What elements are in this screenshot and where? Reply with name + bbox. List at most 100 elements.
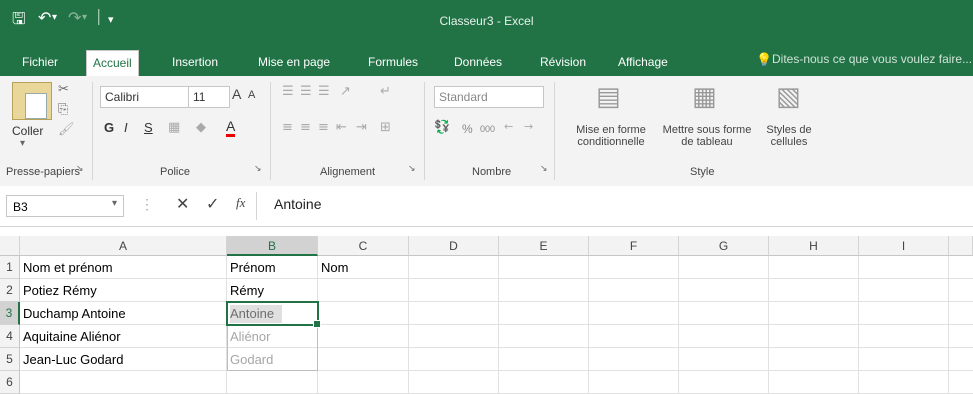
select-all-corner[interactable] <box>0 236 20 256</box>
thousands-button[interactable]: 000 <box>480 124 495 134</box>
tab-fichier[interactable]: Fichier <box>16 52 64 76</box>
format-as-table-button[interactable]: Mettre sous forme de tableau <box>660 124 754 148</box>
shrink-font-icon[interactable]: A <box>248 89 255 101</box>
cell-c1[interactable]: Nom <box>318 256 409 279</box>
column-header-f[interactable]: F <box>589 236 679 256</box>
tab-formules[interactable]: Formules <box>362 52 424 76</box>
row-header-4[interactable]: 4 <box>0 325 20 348</box>
accounting-format-icon[interactable]: 💱 <box>434 120 450 135</box>
tell-me-search[interactable]: Dites-nous ce que vous voulez faire... <box>772 52 972 66</box>
row-header-6[interactable]: 6 <box>0 371 20 394</box>
conditional-formatting-icon[interactable]: ▤ <box>596 82 621 112</box>
alignment-launcher-icon[interactable]: ↘ <box>408 164 416 174</box>
cell-c2[interactable] <box>318 279 409 302</box>
row-header-1[interactable]: 1 <box>0 256 20 279</box>
fill-color-icon[interactable]: ◆ <box>196 120 206 135</box>
column-header-c[interactable]: C <box>318 236 409 256</box>
cell-styles-button[interactable]: Styles de cellules <box>756 124 822 148</box>
format-as-table-line1: Mettre sous forme <box>662 124 752 136</box>
column-header-e[interactable]: E <box>499 236 589 256</box>
cell-a5[interactable]: Jean-Luc Godard <box>20 348 227 371</box>
tab-revision[interactable]: Révision <box>534 52 592 76</box>
column-header-d[interactable]: D <box>409 236 499 256</box>
cell-c5[interactable] <box>318 348 409 371</box>
cell-c3[interactable] <box>318 302 409 325</box>
column-header-a[interactable]: A <box>20 236 227 256</box>
bold-button[interactable]: G <box>104 120 114 135</box>
decrease-indent-icon[interactable]: ⇤ <box>336 120 347 135</box>
align-right-icon[interactable]: ≡ <box>318 120 329 135</box>
row-header-2[interactable]: 2 <box>0 279 20 302</box>
confirm-entry-icon[interactable]: ✓ <box>206 194 219 214</box>
italic-button[interactable]: I <box>124 120 128 135</box>
align-middle-icon[interactable]: ☰ <box>300 84 312 99</box>
paste-icon[interactable] <box>12 82 52 120</box>
cancel-entry-icon[interactable]: ✕ <box>176 194 189 214</box>
copy-icon[interactable]: ⎘ <box>58 102 68 117</box>
cell-a1[interactable]: Nom et prénom <box>20 256 227 279</box>
increase-decimal-icon[interactable]: ← <box>504 120 513 133</box>
borders-icon[interactable]: ▦ <box>168 120 180 135</box>
cell-a2[interactable]: Potiez Rémy <box>20 279 227 302</box>
percent-button[interactable]: % <box>462 122 473 136</box>
row-header-5[interactable]: 5 <box>0 348 20 371</box>
insert-function-icon[interactable]: fx <box>236 195 245 211</box>
cell-a4[interactable]: Aquitaine Aliénor <box>20 325 227 348</box>
column-header-i[interactable]: I <box>859 236 949 256</box>
paste-dropdown-icon[interactable]: ▾ <box>20 138 25 149</box>
paste-label[interactable]: Coller <box>12 124 43 138</box>
align-top-icon[interactable]: ☰ <box>282 84 294 99</box>
fill-handle[interactable] <box>313 320 321 328</box>
wrap-text-icon[interactable]: ↵ <box>380 84 391 99</box>
cell-c4[interactable] <box>318 325 409 348</box>
cell-b2[interactable]: Rémy <box>227 279 318 302</box>
cell-styles-icon[interactable]: ▧ <box>776 82 801 112</box>
flash-fill-preview-range <box>227 325 318 371</box>
format-as-table-icon[interactable]: ▦ <box>692 82 717 112</box>
decrease-decimal-icon[interactable]: → <box>524 120 533 133</box>
formula-input[interactable]: Antoine <box>274 196 321 212</box>
grow-font-icon[interactable]: A <box>232 86 241 102</box>
align-bottom-icon[interactable]: ☰ <box>318 84 330 99</box>
cell-b1[interactable]: Prénom <box>227 256 318 279</box>
tab-affichage[interactable]: Affichage <box>612 52 674 76</box>
formula-bar-grip-icon: ⋮ <box>140 196 154 212</box>
orientation-icon[interactable]: ↗ <box>340 84 351 99</box>
window-title: Classeur3 - Excel <box>439 14 534 28</box>
cut-icon[interactable]: ✂ <box>58 82 69 97</box>
tab-mise-en-page[interactable]: Mise en page <box>252 52 336 76</box>
number-format-box[interactable]: Standard <box>434 86 544 108</box>
align-left-icon[interactable]: ≡ <box>282 120 293 135</box>
font-size-box[interactable]: 11 <box>188 86 230 108</box>
tab-donnees[interactable]: Données <box>448 52 508 76</box>
font-name-box[interactable]: Calibri <box>100 86 190 108</box>
font-launcher-icon[interactable]: ↘ <box>254 164 262 174</box>
tab-insertion[interactable]: Insertion <box>166 52 224 76</box>
formula-bar: B3 ▾ ⋮ ✕ ✓ fx Antoine <box>0 186 973 227</box>
format-painter-icon[interactable]: 🖌 <box>58 122 75 137</box>
column-header-h[interactable]: H <box>769 236 859 256</box>
clipboard-launcher-icon[interactable]: ↘ <box>76 164 84 174</box>
number-launcher-icon[interactable]: ↘ <box>540 164 548 174</box>
underline-button[interactable]: S <box>144 120 153 135</box>
align-center-icon[interactable]: ≡ <box>300 120 311 135</box>
increase-indent-icon[interactable]: ⇥ <box>356 120 367 135</box>
column-header-b[interactable]: B <box>227 236 318 256</box>
merge-center-icon[interactable]: ⊞ <box>380 120 391 135</box>
text-selection-highlight <box>230 305 282 323</box>
tab-accueil[interactable]: Accueil <box>86 50 139 77</box>
font-color-button[interactable]: A <box>226 118 236 137</box>
name-box-dropdown-icon[interactable]: ▾ <box>112 198 117 209</box>
group-label-style: Style <box>690 166 715 178</box>
row-header-3[interactable]: 3 <box>0 302 20 325</box>
active-cell-selection[interactable] <box>226 301 321 328</box>
cell-a6[interactable] <box>20 371 227 394</box>
name-box[interactable]: B3 <box>6 195 124 217</box>
cell-b6[interactable] <box>227 371 318 394</box>
cell-c6[interactable] <box>318 371 409 394</box>
ribbon-tabs: Fichier Accueil Insertion Mise en page F… <box>0 46 973 77</box>
empty-cells-area[interactable] <box>409 256 973 394</box>
column-header-g[interactable]: G <box>679 236 769 256</box>
conditional-formatting-button[interactable]: Mise en forme conditionnelle <box>566 124 656 148</box>
cell-a3[interactable]: Duchamp Antoine <box>20 302 227 325</box>
